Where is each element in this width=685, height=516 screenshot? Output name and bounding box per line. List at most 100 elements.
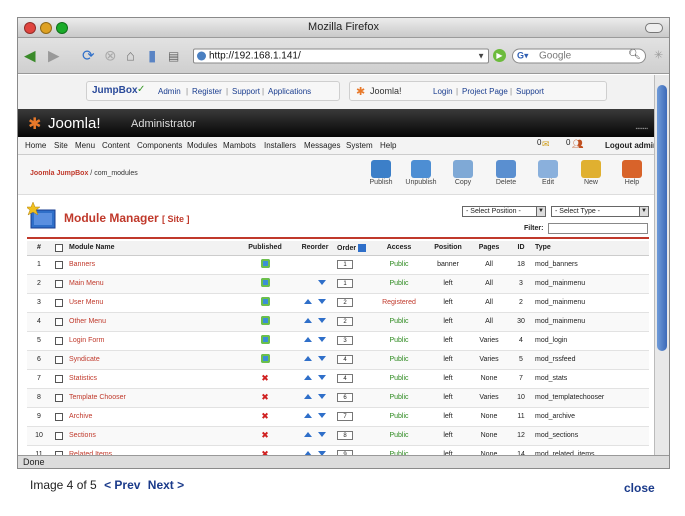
link-joomla-support[interactable]: Support — [516, 87, 544, 96]
move-down-icon[interactable] — [318, 337, 326, 342]
select-type-dropdown[interactable]: - Select Type - ▼ — [551, 206, 649, 217]
access-link[interactable]: Public — [371, 388, 427, 408]
menu-content[interactable]: Content — [102, 141, 130, 150]
col-position[interactable]: Position — [427, 241, 469, 256]
unpublished-icon[interactable]: ✖ — [261, 392, 269, 402]
menu-menu[interactable]: Menu — [75, 141, 95, 150]
unpublished-icon[interactable]: ✖ — [261, 411, 269, 421]
row-checkbox[interactable] — [55, 393, 63, 402]
menu-installers[interactable]: Installers — [264, 141, 296, 150]
row-checkbox[interactable] — [55, 298, 63, 307]
home-icon[interactable]: ⌂ — [126, 49, 135, 64]
module-name-link[interactable]: Other Menu — [67, 312, 235, 332]
order-input[interactable]: 7 — [337, 412, 353, 421]
new-button[interactable]: New — [573, 156, 609, 192]
messages-icon[interactable]: ✉ — [542, 139, 550, 150]
order-input[interactable]: 6 — [337, 393, 353, 402]
link-admin[interactable]: Admin — [158, 87, 181, 96]
module-name-link[interactable]: Archive — [67, 407, 235, 427]
module-name-link[interactable]: Syndicate — [67, 350, 235, 370]
copy-button[interactable]: Copy — [445, 156, 481, 192]
menu-mambots[interactable]: Mambots — [223, 141, 256, 150]
menu-site[interactable]: Site — [54, 141, 68, 150]
row-checkbox[interactable] — [55, 279, 63, 288]
users-count[interactable]: 0 — [566, 138, 570, 147]
row-checkbox[interactable] — [55, 355, 63, 364]
module-name-link[interactable]: User Menu — [67, 293, 235, 313]
module-name-link[interactable]: Main Menu — [67, 274, 235, 294]
col-type[interactable]: Type — [533, 241, 649, 256]
url-dropdown-icon[interactable]: ▼ — [477, 52, 485, 61]
menu-help[interactable]: Help — [380, 141, 396, 150]
page-scrollbar[interactable] — [654, 75, 669, 455]
module-name-link[interactable]: Statistics — [67, 369, 235, 389]
save-order-icon[interactable] — [358, 243, 367, 252]
order-input[interactable]: 3 — [337, 336, 353, 345]
move-up-icon[interactable] — [304, 356, 312, 361]
link-project-page[interactable]: Project Page — [462, 87, 508, 96]
access-link[interactable]: Public — [371, 407, 427, 427]
stop-icon[interactable]: ⊗ — [104, 49, 117, 64]
close-link[interactable]: close — [624, 481, 655, 495]
order-input[interactable]: 4 — [337, 374, 353, 383]
move-up-icon[interactable] — [304, 394, 312, 399]
access-link[interactable]: Public — [371, 331, 427, 351]
access-link[interactable]: Public — [371, 274, 427, 294]
order-input[interactable]: 1 — [337, 260, 353, 269]
published-icon[interactable] — [260, 278, 270, 287]
menu-components[interactable]: Components — [137, 141, 182, 150]
col-id[interactable]: ID — [509, 241, 533, 256]
row-checkbox[interactable] — [55, 374, 63, 383]
link-applications[interactable]: Applications — [268, 87, 311, 96]
scrollbar-thumb[interactable] — [657, 85, 667, 351]
select-all-checkbox[interactable] — [55, 243, 63, 252]
published-icon[interactable] — [260, 297, 270, 306]
edit-button[interactable]: Edit — [530, 156, 566, 192]
move-up-icon[interactable] — [304, 337, 312, 342]
access-link[interactable]: Public — [371, 255, 427, 275]
link-support[interactable]: Support — [232, 87, 260, 96]
module-name-link[interactable]: Login Form — [67, 331, 235, 351]
move-down-icon[interactable] — [318, 318, 326, 323]
access-link[interactable]: Public — [371, 350, 427, 370]
published-icon[interactable] — [260, 259, 270, 268]
move-up-icon[interactable] — [304, 413, 312, 418]
move-down-icon[interactable] — [318, 299, 326, 304]
select-position-dropdown[interactable]: - Select Position - ▼ — [462, 206, 546, 217]
module-name-link[interactable]: Banners — [67, 255, 235, 275]
messages-count[interactable]: 0 — [537, 138, 541, 147]
col-access[interactable]: Access — [371, 241, 427, 256]
order-input[interactable]: 1 — [337, 279, 353, 288]
next-link[interactable]: Next > — [148, 478, 184, 492]
access-link[interactable]: Public — [371, 369, 427, 389]
published-icon[interactable] — [260, 335, 270, 344]
delete-button[interactable]: Delete — [488, 156, 524, 192]
row-checkbox[interactable] — [55, 431, 63, 440]
link-login[interactable]: Login — [433, 87, 453, 96]
menu-home[interactable]: Home — [25, 141, 46, 150]
col-order[interactable]: Order — [335, 241, 371, 256]
move-down-icon[interactable] — [318, 375, 326, 380]
menu-system[interactable]: System — [346, 141, 373, 150]
move-up-icon[interactable] — [304, 299, 312, 304]
module-name-link[interactable]: Template Chooser — [67, 388, 235, 408]
publish-button[interactable]: Publish — [363, 156, 399, 192]
move-down-icon[interactable] — [318, 356, 326, 361]
url-field[interactable]: http://192.168.1.141/ ▼ — [193, 48, 489, 64]
move-up-icon[interactable] — [304, 318, 312, 323]
search-input[interactable]: G▾ Google 🔍︎ — [512, 48, 646, 64]
sidebar-icon[interactable]: ▤ — [168, 50, 179, 62]
back-icon[interactable]: ◀ — [24, 49, 36, 64]
access-link[interactable]: Public — [371, 426, 427, 446]
row-checkbox[interactable] — [55, 412, 63, 421]
joomla-brand[interactable]: Joomla! — [370, 86, 402, 96]
move-down-icon[interactable] — [318, 432, 326, 437]
order-input[interactable]: 8 — [337, 431, 353, 440]
access-link[interactable]: Public — [371, 312, 427, 332]
col-published[interactable]: Published — [235, 241, 295, 256]
link-register[interactable]: Register — [192, 87, 222, 96]
toolbar-toggle-icon[interactable] — [645, 23, 663, 33]
help-button[interactable]: Help — [614, 156, 650, 192]
google-icon[interactable]: G▾ — [517, 51, 529, 62]
menu-messages[interactable]: Messages — [304, 141, 340, 150]
